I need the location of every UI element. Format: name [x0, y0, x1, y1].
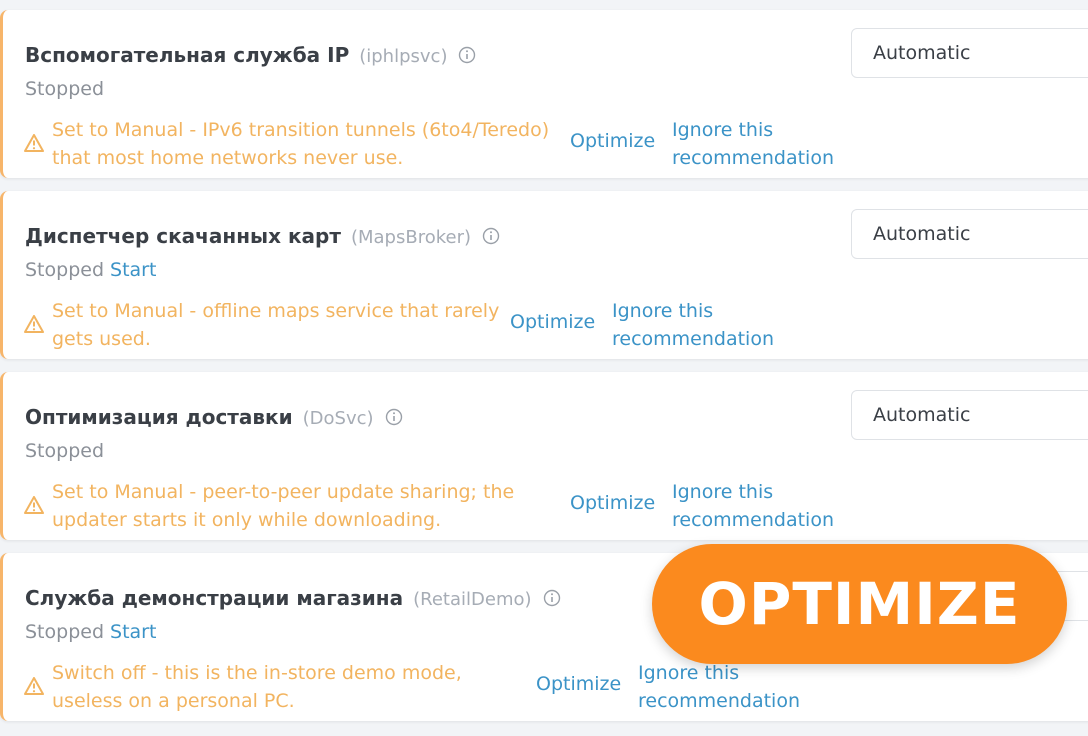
service-name: Диспетчер скачанных карт — [25, 224, 341, 248]
service-status: Stopped — [25, 78, 105, 100]
service-status: Stopped — [25, 259, 105, 281]
recommendation-text: Set to Manual - offline maps service tha… — [52, 300, 500, 350]
service-status: Stopped — [25, 440, 105, 462]
optimize-link[interactable]: Optimize — [536, 673, 621, 695]
status-row: Stopped — [25, 78, 104, 100]
service-id: (DoSvc) — [302, 408, 374, 429]
service-title-row: Диспетчер скачанных карт (MapsBroker) — [25, 224, 500, 248]
optimize-link[interactable]: Optimize — [570, 492, 655, 514]
service-id: (MapsBroker) — [350, 227, 471, 248]
ignore-recommendation-link[interactable]: Ignore this recommendation — [672, 478, 842, 534]
warning-icon — [24, 496, 44, 514]
start-service-link[interactable]: Start — [110, 259, 156, 281]
start-service-link[interactable]: Start — [110, 621, 156, 643]
warning-icon — [24, 677, 44, 695]
service-title-row: Служба демонстрации магазина (RetailDemo… — [25, 586, 561, 610]
status-row: Stopped Start — [25, 259, 156, 281]
service-card-iphlpsvc: Вспомогательная служба IP (iphlpsvc) Sto… — [0, 10, 1088, 178]
status-row: Stopped — [25, 440, 104, 462]
info-icon[interactable] — [458, 46, 476, 64]
service-title-row: Вспомогательная служба IP (iphlpsvc) — [25, 43, 476, 67]
warning-icon — [24, 134, 44, 152]
info-icon[interactable] — [482, 227, 500, 245]
recommendation-text: Set to Manual - IPv6 transition tunnels … — [52, 119, 550, 169]
info-icon[interactable] — [543, 589, 561, 607]
optimize-link[interactable]: Optimize — [510, 311, 595, 333]
ignore-recommendation-link[interactable]: Ignore this recommendation — [638, 659, 808, 715]
service-name: Вспомогательная служба IP — [25, 43, 350, 67]
startup-type-select[interactable]: Automatic — [851, 209, 1088, 259]
service-id: (iphlpsvc) — [359, 46, 448, 67]
startup-type-select[interactable]: Automatic — [851, 390, 1088, 440]
startup-type-select[interactable]: Automatic — [851, 28, 1088, 78]
optimize-link[interactable]: Optimize — [570, 130, 655, 152]
optimize-cta-button[interactable]: OPTIMIZE — [652, 544, 1067, 664]
service-id: (RetailDemo) — [413, 589, 532, 610]
service-name: Служба демонстрации магазина — [25, 586, 404, 610]
warning-icon — [24, 315, 44, 333]
status-row: Stopped Start — [25, 621, 156, 643]
service-status: Stopped — [25, 621, 105, 643]
ignore-recommendation-link[interactable]: Ignore this recommendation — [612, 297, 782, 353]
recommendation-text: Set to Manual - peer-to-peer update shar… — [52, 481, 515, 531]
service-title-row: Оптимизация доставки (DoSvc) — [25, 405, 403, 429]
service-card-mapsbroker: Диспетчер скачанных карт (MapsBroker) St… — [0, 191, 1088, 359]
service-name: Оптимизация доставки — [25, 405, 293, 429]
ignore-recommendation-link[interactable]: Ignore this recommendation — [672, 116, 842, 172]
info-icon[interactable] — [385, 408, 403, 426]
recommendation-text: Switch off - this is the in-store demo m… — [52, 662, 462, 712]
service-card-dosvc: Оптимизация доставки (DoSvc) Stopped Set… — [0, 372, 1088, 540]
